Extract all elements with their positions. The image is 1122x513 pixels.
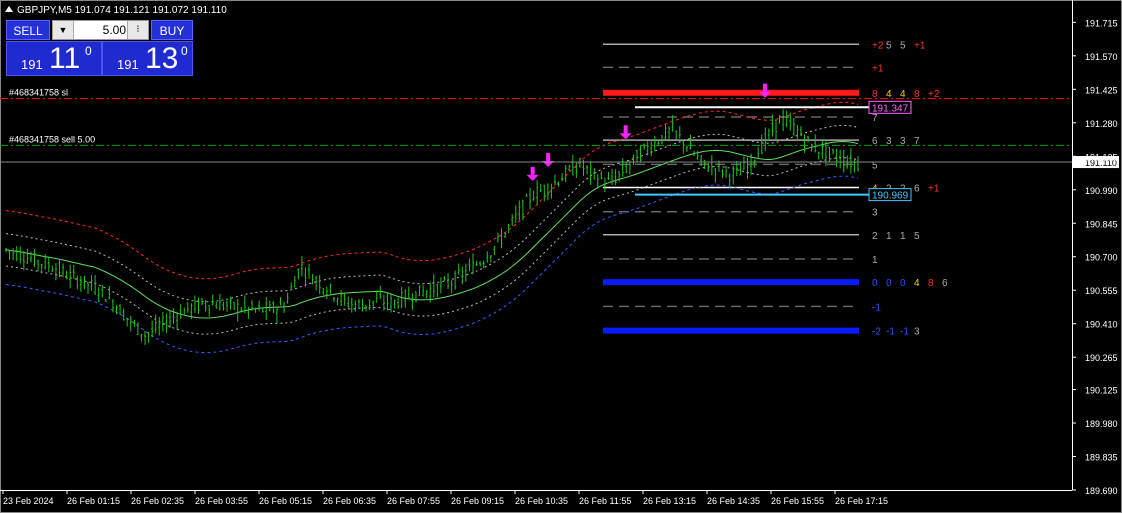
price-chart[interactable]: +255+1+18448+27633754226+1321151000486-1… [0, 0, 1122, 513]
time-tick-label: 26 Feb 15:55 [771, 496, 824, 506]
level-label: -1 [886, 327, 895, 338]
arrow-stem [623, 125, 628, 134]
level-label: +2 [872, 40, 884, 51]
time-axis: 23 Feb 2024 26 Feb 01:15 26 Feb 02:35 26 Fe… [0, 490, 1072, 506]
buy-price[interactable]: 191 13 0 [102, 41, 193, 76]
time-tick-label: 26 Feb 14:35 [707, 496, 760, 506]
moving-average-line [5, 140, 859, 319]
chart-background [0, 0, 1122, 513]
level-label: 0 [886, 278, 892, 289]
sell-button[interactable]: SELL [6, 20, 50, 40]
sell-price-prefix: 191 [21, 57, 43, 72]
level-label: 1 [872, 255, 878, 266]
lot-spinner-icon[interactable]: ⁝ [127, 21, 148, 39]
time-tick-label: 26 Feb 05:15 [259, 496, 312, 506]
level-label: 2 [872, 231, 878, 242]
arrow-stem [546, 152, 551, 161]
level-label: 7 [872, 113, 878, 124]
candles [5, 109, 859, 345]
buy-price-prefix: 191 [117, 57, 139, 72]
lot-size-field[interactable]: ▼ 5.00 ⁝ [52, 20, 149, 40]
price-tick-label: 191.570 [1085, 52, 1118, 62]
time-tick-label: 26 Feb 02:35 [131, 496, 184, 506]
inner-lower-band-line [5, 157, 859, 335]
level-label: 0 [872, 278, 878, 289]
lot-dropdown-arrow-icon[interactable]: ▼ [53, 21, 74, 39]
price-tick-label: 191.425 [1085, 85, 1118, 95]
upper-band-line [5, 101, 859, 280]
level-label: 6 [942, 278, 948, 289]
sell-signal-arrow-icon [542, 152, 555, 167]
level-label: 4 [914, 278, 920, 289]
price-tick-label: 189.690 [1085, 486, 1118, 496]
level-label: 1 [886, 231, 892, 242]
time-tick-label: 26 Feb 13:15 [643, 496, 696, 506]
price-tick-label: 190.845 [1085, 219, 1118, 229]
time-tick-label: 26 Feb 03:55 [195, 496, 248, 506]
level-label: -1 [900, 327, 909, 338]
arrow-head [526, 174, 539, 181]
level-label: -1 [872, 302, 881, 313]
price-tick-label: 190.700 [1085, 253, 1118, 263]
price-tick-label: 190.265 [1085, 353, 1118, 363]
time-tick-label: 26 Feb 11:55 [579, 496, 631, 506]
chart-frame [0, 0, 1122, 513]
buy-price-pips: 13 [145, 42, 179, 75]
level-label: -2 [872, 327, 881, 338]
arrow-stem [763, 83, 768, 92]
level-label: 0 [900, 278, 906, 289]
sell-signal-arrow-icon [619, 125, 632, 140]
price-tick-label: 191.280 [1085, 119, 1118, 129]
high-price-tag: 191.347 [872, 103, 909, 114]
price-tick-label: 190.555 [1085, 286, 1118, 296]
order-entry-label: #468341758 sell 5.00 [9, 134, 95, 144]
arrow-head [619, 133, 632, 140]
level-label: 1 [900, 231, 906, 242]
time-tick-label: 26 Feb 10:35 [515, 496, 568, 506]
price-tick-label: 191.135 [1085, 152, 1118, 162]
level-label: 3 [914, 327, 920, 338]
time-tick-label: 26 Feb 06:35 [323, 496, 376, 506]
time-tick-label: 26 Feb 09:15 [451, 496, 504, 506]
time-tick-label: 26 Feb 07:55 [387, 496, 440, 506]
price-tick-label: 190.990 [1085, 186, 1118, 196]
sell-price-point: 0 [85, 44, 92, 58]
price-tick-label: 191.715 [1085, 18, 1118, 28]
level-label: +1 [928, 183, 940, 194]
sell-signal-arrow-icon [526, 166, 539, 181]
symbol-header: GBPJPY,M5 191.074 191.121 191.072 191.11… [17, 5, 227, 16]
level-label: +1 [914, 40, 926, 51]
arrow-stem [530, 166, 535, 175]
sell-price-pips: 11 [49, 42, 81, 75]
lot-size-value[interactable]: 5.00 [103, 21, 126, 39]
price-axis: 191.715 191.570 191.425 191.280 191.135 190.9… [1072, 0, 1118, 496]
buy-price-point: 0 [181, 44, 188, 58]
level-label: 3 [872, 208, 878, 219]
level-label: 5 [914, 231, 920, 242]
sell-price[interactable]: 191 11 0 [6, 41, 102, 76]
price-tick-label: 190.125 [1085, 386, 1118, 396]
time-tick-label: 26 Feb 01:15 [67, 496, 120, 506]
time-tick-label: 23 Feb 2024 [3, 496, 54, 506]
level-label: 8 [928, 278, 934, 289]
buy-button[interactable]: BUY [151, 20, 193, 40]
price-tick-label: 189.835 [1085, 453, 1118, 463]
lower-band-line [5, 175, 859, 354]
stop-loss-label: #468341758 sl [9, 88, 68, 98]
time-tick-label: 26 Feb 17:15 [835, 496, 888, 506]
level-label: +1 [872, 63, 884, 74]
level-label: 5 [900, 40, 906, 51]
price-tick-label: 189.980 [1085, 419, 1118, 429]
level-label: 6 [914, 183, 920, 194]
one-click-trading-panel: SELL ▼ 5.00 ⁝ BUY 191 11 0 191 13 0 [6, 20, 193, 76]
low-price-tag: 190.969 [872, 191, 909, 202]
level-label: 5 [886, 40, 892, 51]
collapse-triangle-icon[interactable] [5, 6, 13, 12]
price-tick-label: 190.410 [1085, 320, 1118, 330]
